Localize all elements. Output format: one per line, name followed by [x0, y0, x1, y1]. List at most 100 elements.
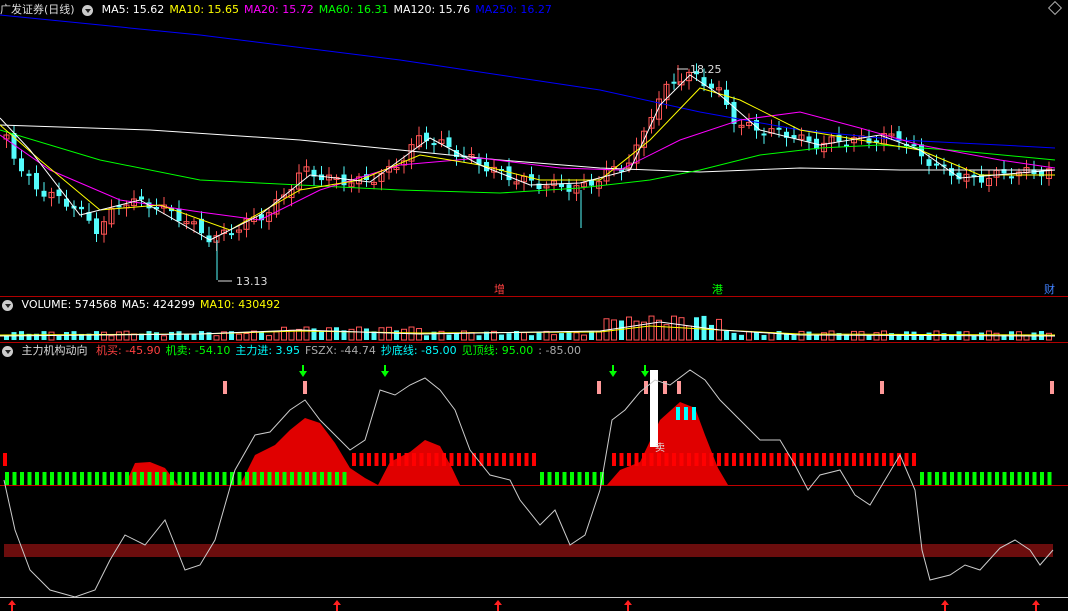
volume-bar	[64, 332, 69, 340]
red-bar	[494, 453, 499, 466]
candle-body	[431, 143, 437, 146]
red-bar	[502, 453, 506, 466]
volume-bar	[499, 334, 504, 340]
ma-line-3	[0, 111, 1056, 221]
volume-bar	[521, 332, 527, 341]
green-down-arrow	[609, 371, 617, 377]
red-bar	[367, 453, 371, 466]
volume-bar	[101, 331, 107, 341]
candle-body	[806, 136, 812, 142]
green-bar	[260, 472, 264, 485]
red-bar	[672, 453, 676, 466]
green-bar	[207, 472, 212, 485]
red-bar	[619, 453, 624, 466]
volume-bar	[589, 331, 594, 340]
green-bar	[185, 472, 189, 485]
volume-bar	[424, 335, 429, 340]
green-bar	[87, 472, 92, 485]
green-bar	[987, 472, 992, 485]
green-bar	[1025, 472, 1029, 485]
green-bar	[192, 472, 197, 485]
volume-bar	[446, 334, 452, 340]
sell-signal-label: 卖	[655, 442, 665, 454]
red-bar	[814, 453, 819, 466]
green-bar	[555, 472, 559, 485]
green-bar	[200, 472, 204, 485]
volume-bar	[619, 320, 624, 340]
candle-body	[566, 184, 572, 192]
red-bar	[487, 453, 491, 466]
red-bar	[754, 453, 759, 466]
volume-bar	[236, 333, 242, 341]
red-bar	[419, 453, 424, 466]
red-bar	[844, 453, 849, 466]
green-bar	[980, 472, 984, 485]
red-bar	[657, 453, 661, 466]
volume-bar	[678, 317, 685, 341]
red-bar	[882, 453, 886, 466]
volume-bar	[731, 332, 737, 340]
candle-body	[199, 218, 204, 234]
red-bar	[664, 453, 669, 466]
candle-body	[79, 206, 84, 210]
candle-body	[1009, 176, 1014, 179]
red-bar	[397, 453, 401, 466]
red-bar	[532, 453, 536, 466]
green-bar	[950, 472, 954, 485]
volume-bar	[866, 335, 872, 340]
red-bar	[739, 453, 744, 466]
volume-bar	[761, 334, 767, 340]
volume-bar	[326, 327, 332, 341]
volume-bar	[108, 335, 115, 341]
volume-bar	[169, 331, 174, 340]
volume-bar	[926, 332, 932, 340]
candle-body	[671, 81, 677, 84]
candle-body	[139, 196, 144, 200]
indicator-panel	[0, 365, 1068, 611]
event-marker-zeng[interactable]: 增	[494, 282, 505, 296]
volume-bar	[123, 330, 130, 341]
volume-bar	[259, 332, 264, 340]
volume-bar	[648, 315, 655, 341]
volume-bar	[671, 315, 677, 341]
red-bar	[694, 453, 699, 466]
green-bar	[27, 472, 32, 485]
candle-body	[176, 208, 182, 221]
red-bar	[829, 453, 834, 466]
candle-body	[776, 127, 782, 130]
volume-bar	[364, 328, 369, 340]
red-bar	[747, 453, 751, 466]
red-bar	[642, 453, 646, 466]
event-marker-gang[interactable]: 港	[712, 283, 723, 296]
green-bar	[35, 472, 39, 485]
green-bar	[1047, 472, 1052, 485]
green-bar	[215, 472, 219, 485]
green-bar	[577, 472, 582, 485]
pink-bar	[1050, 381, 1054, 394]
green-bar	[312, 472, 317, 485]
green-bar	[942, 472, 947, 485]
chart-canvas[interactable]: 13.13 18.25 增 港 财 卖	[0, 0, 1068, 611]
green-bar	[335, 472, 339, 485]
green-bar	[252, 472, 257, 485]
volume-bar	[281, 326, 287, 341]
red-bar	[464, 453, 469, 466]
volume-bar	[394, 330, 399, 340]
volume-bar	[873, 332, 880, 341]
red-bar	[352, 453, 356, 466]
red-bar	[612, 453, 616, 466]
red-bar	[859, 453, 864, 466]
red-bar	[724, 453, 729, 466]
red-bar	[784, 453, 789, 466]
price-panel	[0, 14, 1056, 280]
green-bar	[1017, 472, 1022, 485]
event-marker-cai[interactable]: 财	[1044, 282, 1055, 296]
green-bar	[132, 472, 137, 485]
red-bar	[769, 453, 774, 466]
green-bar	[50, 472, 54, 485]
cyan-bar	[692, 407, 696, 420]
red-bar	[442, 453, 446, 466]
volume-bar	[724, 331, 729, 340]
green-bar	[170, 472, 174, 485]
red-bar	[687, 453, 691, 466]
